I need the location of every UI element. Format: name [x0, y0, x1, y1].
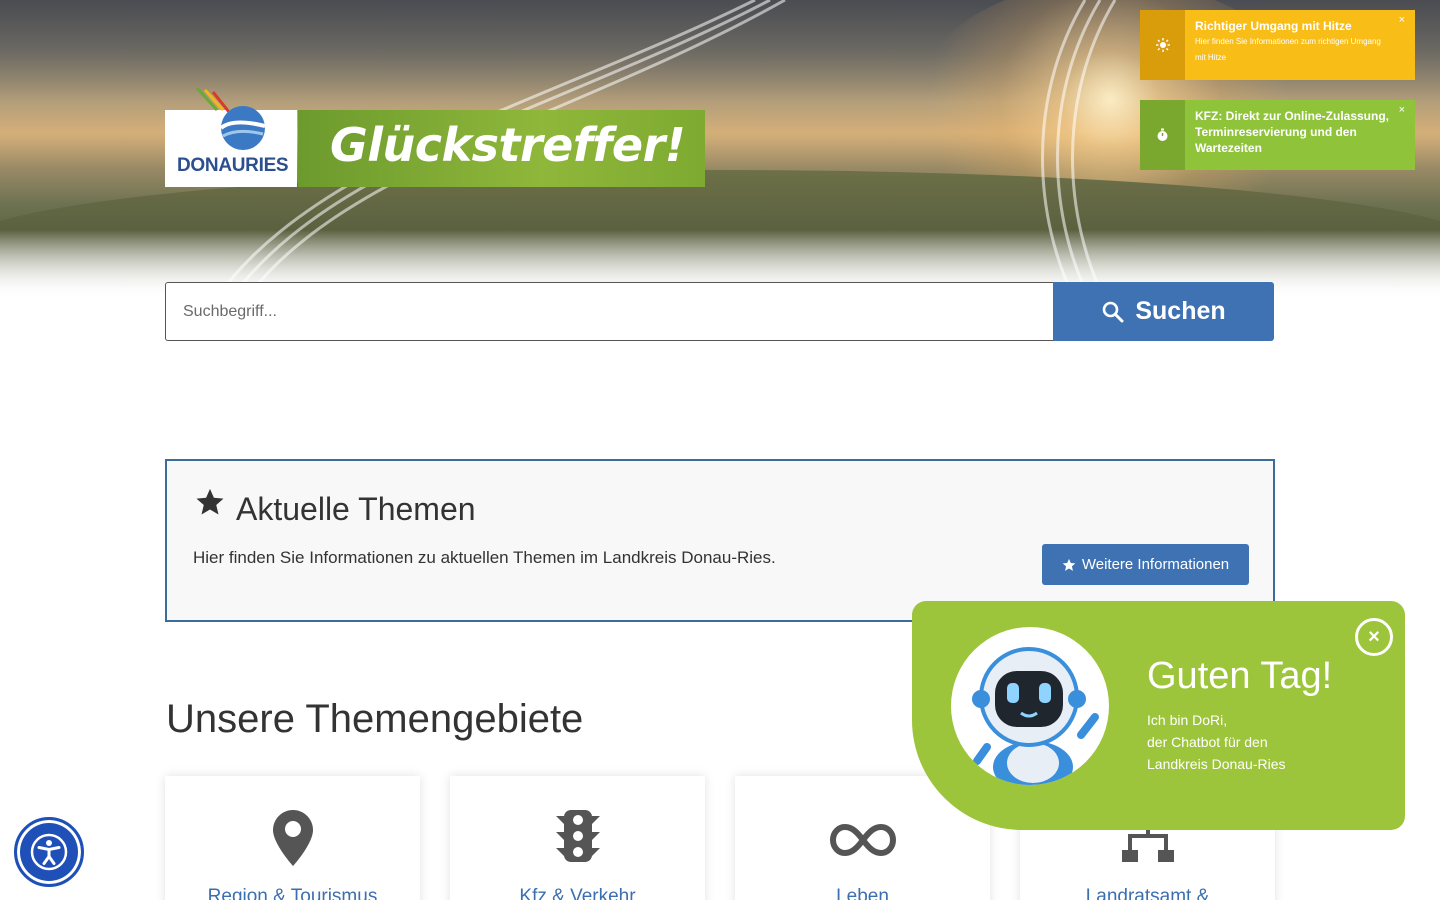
notification-text: Hier finden Sie Informationen zum richti…	[1195, 37, 1381, 62]
notification-close-icon[interactable]: ×	[1399, 14, 1405, 26]
chatbot-avatar[interactable]	[951, 627, 1109, 785]
search-input[interactable]	[165, 282, 1053, 341]
card-region-tourismus[interactable]: Region & Tourismus	[165, 776, 420, 900]
slogan-text: Glückstreffer!	[330, 118, 686, 172]
topic-areas-title: Unsere Themengebiete	[166, 697, 584, 741]
current-topics-box: Aktuelle Themen Hier finden Sie Informat…	[165, 459, 1275, 622]
traffic-light-icon	[555, 810, 600, 862]
notification-body: KFZ: Direkt zur Online-Zulassung, Termin…	[1185, 100, 1415, 170]
chatbot-greeting: Guten Tag!	[1147, 655, 1333, 697]
chatbot-close-button[interactable]: ×	[1355, 618, 1393, 656]
card-label: Region & Tourismus	[207, 886, 378, 900]
slogan-banner: Glückstreffer!	[298, 110, 705, 187]
notification-close-icon[interactable]: ×	[1399, 104, 1405, 116]
search-button[interactable]: Suchen	[1053, 282, 1274, 341]
star-icon	[196, 488, 224, 515]
robot-icon	[972, 647, 1099, 785]
page: DONAURIES Glückstreffer! Richtiger Umgan…	[0, 0, 1440, 900]
map-pin-icon	[272, 810, 313, 866]
accessibility-icon	[30, 833, 68, 871]
chatbot-intro-line: Ich bin DoRi,	[1147, 712, 1228, 728]
logo-text: DONAURIES	[177, 155, 289, 176]
logo-mark-icon	[195, 88, 266, 150]
card-label: Landratsamt &	[1085, 886, 1210, 900]
donauries-logo[interactable]: DONAURIES	[165, 88, 297, 187]
sun-icon	[1140, 10, 1185, 80]
search-icon	[1103, 301, 1124, 322]
card-label: Leben	[836, 886, 889, 900]
card-kfz-verkehr[interactable]: Kfz & Verkehr	[450, 776, 705, 900]
more-information-label: Weitere Informationen	[1081, 556, 1230, 573]
stopwatch-icon	[1140, 100, 1185, 170]
star-icon	[1062, 558, 1076, 571]
accessibility-button[interactable]	[14, 817, 84, 887]
search-button-label: Suchen	[1135, 297, 1226, 325]
card-label: Kfz & Verkehr	[519, 886, 636, 900]
notification-kfz[interactable]: KFZ: Direkt zur Online-Zulassung, Termin…	[1140, 100, 1415, 170]
more-information-button[interactable]: Weitere Informationen	[1042, 544, 1249, 585]
notification-title: KFZ: Direkt zur Online-Zulassung, Termin…	[1195, 109, 1390, 155]
chatbot-intro: Ich bin DoRi, der Chatbot für den Landkr…	[1147, 709, 1286, 775]
chatbot-popup[interactable]: Guten Tag! Ich bin DoRi, der Chatbot für…	[912, 601, 1405, 830]
current-topics-title: Aktuelle Themen	[236, 491, 476, 527]
notification-title: Richtiger Umgang mit Hitze	[1195, 19, 1352, 33]
chatbot-intro-line: der Chatbot für den	[1147, 734, 1268, 750]
notification-heat[interactable]: Richtiger Umgang mit Hitze Hier finden S…	[1140, 10, 1415, 80]
current-topics-description: Hier finden Sie Informationen zu aktuell…	[193, 548, 776, 567]
infinity-icon	[829, 823, 896, 857]
chatbot-intro-line: Landkreis Donau-Ries	[1147, 756, 1286, 772]
notification-body: Richtiger Umgang mit Hitze Hier finden S…	[1185, 10, 1415, 80]
